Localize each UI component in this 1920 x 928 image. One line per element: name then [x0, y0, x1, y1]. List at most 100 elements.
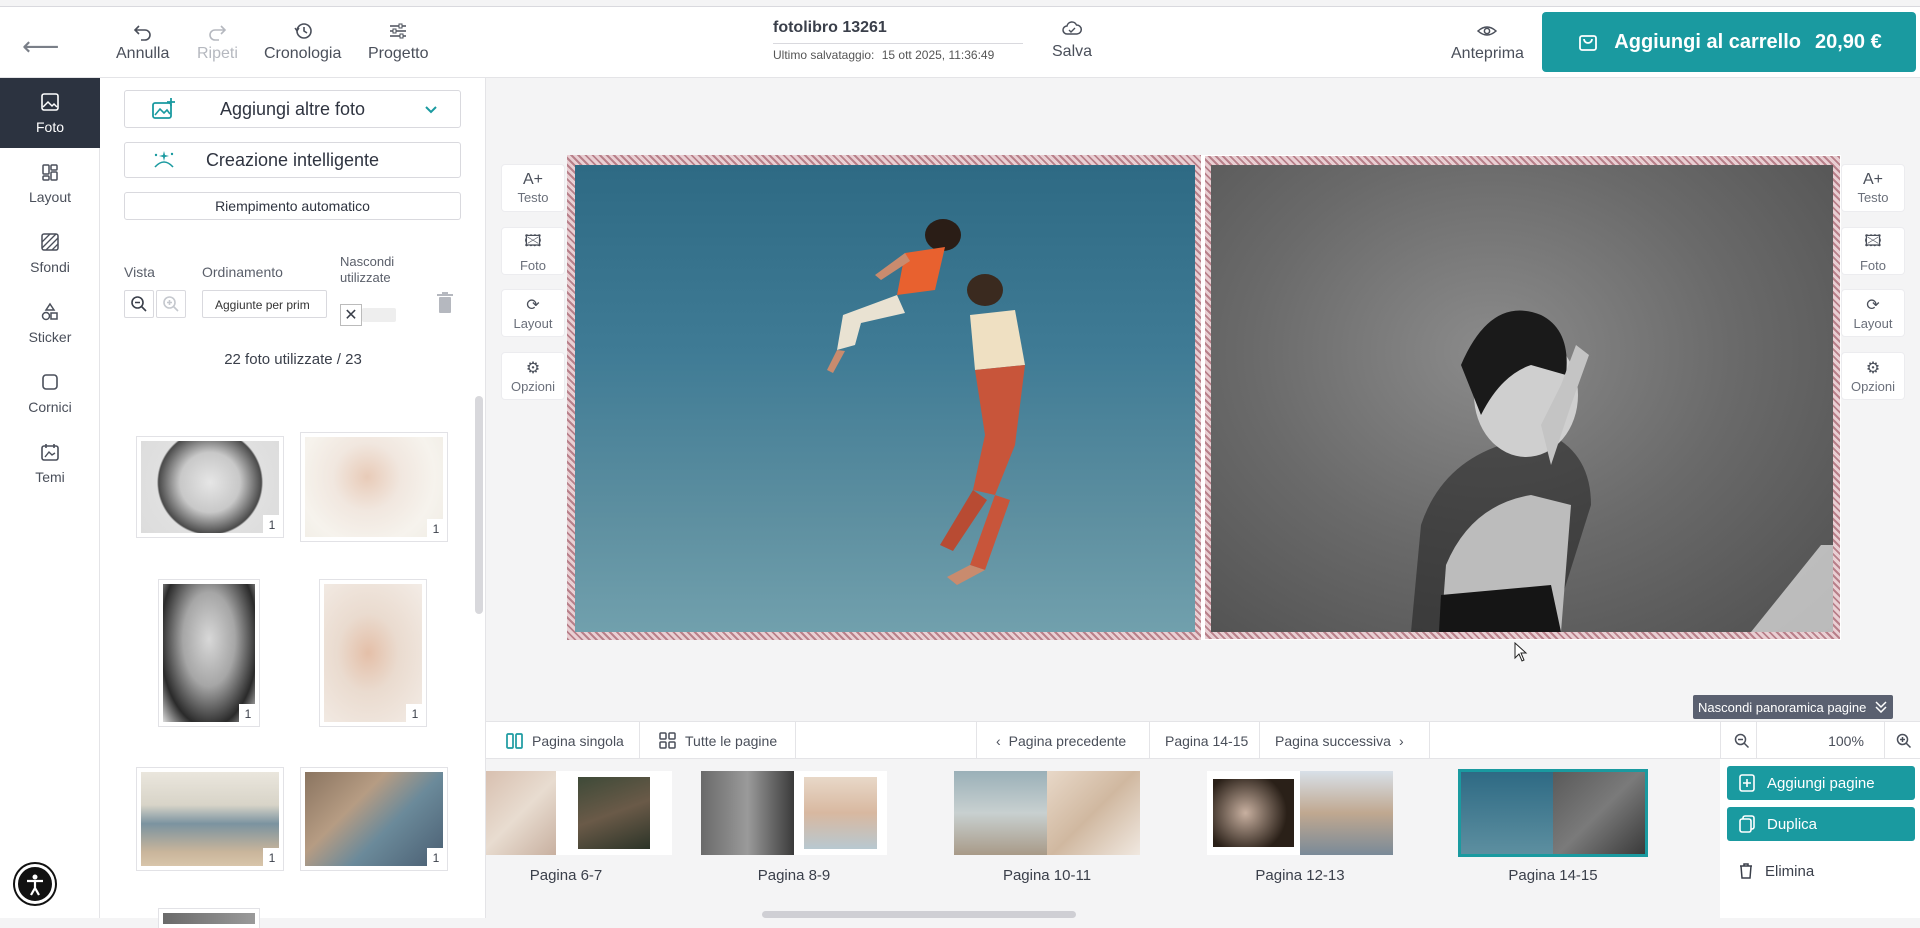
rail-item-temi[interactable]: Temi [0, 428, 100, 498]
rail-item-sfondi[interactable]: Sfondi [0, 218, 100, 288]
sort-label: Ordinamento [202, 264, 283, 280]
tool-layout-right[interactable]: ⟳ Layout [1842, 290, 1904, 336]
toggle-track[interactable] [362, 308, 396, 322]
zoom-out-button[interactable] [124, 290, 154, 318]
rail-item-cornici[interactable]: Cornici [0, 358, 100, 428]
nav-separator [1259, 722, 1260, 760]
shopping-bag-icon [1579, 35, 1598, 51]
duplicate-button[interactable]: Duplica [1727, 807, 1915, 841]
left-page-photo[interactable] [575, 165, 1195, 632]
redo-button[interactable]: Ripeti [197, 21, 238, 63]
tool-text-label: Testo [517, 190, 549, 205]
nav-separator [639, 722, 640, 760]
tool-options-right[interactable]: ⚙ Opzioni [1842, 353, 1904, 399]
trash-icon[interactable] [436, 292, 454, 314]
tool-photo-right[interactable]: 🖾 Foto [1842, 228, 1904, 274]
zoom-in-button[interactable] [156, 290, 186, 318]
filmstrip-scrollbar[interactable] [762, 911, 1076, 918]
chevron-right-icon: › [1398, 733, 1404, 749]
preview-button[interactable]: Anteprima [1451, 21, 1524, 63]
smart-creation-button[interactable]: Creazione intelligente [124, 142, 461, 178]
rail-label-foto: Foto [35, 119, 64, 135]
next-page-label: Pagina successiva [1275, 733, 1391, 749]
photobook-spread [567, 155, 1841, 640]
project-button[interactable]: Progetto [368, 21, 428, 63]
rail-label-sticker: Sticker [28, 329, 72, 345]
add-to-cart-button[interactable]: Aggiungi al carrello 20,90 € [1542, 12, 1916, 72]
photo-thumbnail[interactable]: 1 [300, 767, 448, 871]
page-actions-panel: Aggiungi pagine Duplica Elimina [1720, 759, 1920, 918]
last-saved-label: Ultimo salvataggio: [773, 48, 875, 62]
undo-button[interactable]: Annulla [116, 21, 169, 63]
grid-icon [659, 732, 676, 749]
tool-text-right[interactable]: A+ Testo [1842, 165, 1904, 211]
photo-thumbnail[interactable]: 1 [158, 579, 260, 727]
spread-thumbnail[interactable] [486, 771, 672, 855]
layout-icon [42, 164, 58, 181]
spread-thumbnail[interactable] [701, 771, 887, 855]
previous-page-button[interactable]: ‹ Pagina precedente [984, 722, 1138, 760]
sliders-icon [390, 23, 407, 39]
last-saved-value: 15 ott 2025, 11:36:49 [881, 48, 995, 62]
back-arrow-icon[interactable]: ⟵ [22, 31, 59, 62]
history-button[interactable]: Cronologia [264, 21, 341, 63]
accessibility-icon[interactable] [15, 864, 55, 904]
sticker-icon [41, 302, 58, 321]
photo-thumbnail[interactable] [158, 908, 260, 928]
hide-overview-button[interactable]: Nascondi panoramica pagine [1693, 695, 1893, 719]
photo-thumbnail[interactable]: 1 [319, 579, 427, 727]
zoom-in-button[interactable] [1884, 722, 1920, 760]
rail-item-foto[interactable]: Foto [0, 78, 100, 148]
all-pages-button[interactable]: Tutte le pagine [647, 722, 789, 760]
panel-scrollbar[interactable] [475, 396, 483, 614]
chevron-down-icon [1875, 701, 1887, 713]
rail-label-cornici: Cornici [28, 399, 72, 415]
spread-thumbnail[interactable] [954, 771, 1140, 855]
page-selection-border [1201, 155, 1841, 640]
nav-separator [1756, 722, 1757, 760]
tool-photo-left[interactable]: 🖾 Foto [502, 228, 564, 274]
tool-text-left[interactable]: A+ Testo [502, 165, 564, 211]
rail-item-layout[interactable]: Layout [0, 148, 100, 218]
add-photo-icon: 🖾 [524, 232, 542, 250]
undo-icon [133, 25, 151, 41]
rail-label-sfondi: Sfondi [30, 259, 70, 275]
all-pages-label: Tutte le pagine [685, 733, 778, 749]
hide-used-label: Nascondi utilizzate [340, 254, 395, 285]
rail-item-sticker[interactable]: Sticker [0, 288, 100, 358]
delete-label: Elimina [1765, 862, 1815, 880]
text-icon: A+ [522, 171, 543, 188]
document-title[interactable]: fotolibro 13261 [773, 19, 887, 37]
autofill-button[interactable]: Riempimento automatico [124, 192, 461, 220]
add-page-icon [1739, 774, 1755, 792]
sparkle-icon [154, 151, 174, 168]
top-toolbar: ⟵ Annulla Ripeti Cronologia Progetto fot… [0, 6, 1920, 78]
redo-icon [209, 25, 227, 41]
next-page-button[interactable]: Pagina successiva › [1263, 722, 1416, 760]
spread-thumbnail[interactable] [1207, 771, 1393, 855]
photo-thumbnail[interactable]: 1 [136, 436, 284, 538]
usage-badge: 1 [427, 519, 445, 539]
tool-layout-left[interactable]: ⟳ Layout [502, 290, 564, 336]
single-page-button[interactable]: Pagina singola [494, 722, 636, 760]
spread-label: Pagina 8-9 [757, 867, 831, 884]
delete-button[interactable]: Elimina [1727, 854, 1915, 888]
spread-thumbnail-active[interactable] [1458, 769, 1648, 857]
usage-badge: 1 [406, 704, 424, 724]
add-pages-button[interactable]: Aggiungi pagine [1727, 766, 1915, 800]
nav-separator [795, 722, 796, 760]
photo-thumbnail[interactable]: 1 [136, 767, 284, 871]
tool-options-left[interactable]: ⚙ Opzioni [502, 353, 564, 399]
photo-count: 22 foto utilizzate / 23 [224, 351, 362, 368]
duplicate-label: Duplica [1767, 815, 1818, 833]
sort-select[interactable]: Aggiunte per prim [202, 290, 327, 318]
eye-icon [1477, 26, 1498, 36]
add-photos-button[interactable]: Aggiungi altre foto [124, 90, 461, 128]
save-button[interactable]: Salva [1052, 19, 1092, 61]
add-photos-label: Aggiungi altre foto [219, 98, 366, 119]
spread-label: Pagina 6-7 [529, 867, 603, 884]
single-page-label: Pagina singola [532, 733, 624, 749]
photo-thumbnail[interactable]: 1 [300, 432, 448, 542]
hide-used-toggle[interactable]: ✕ [340, 304, 362, 326]
frame-icon [42, 374, 58, 390]
